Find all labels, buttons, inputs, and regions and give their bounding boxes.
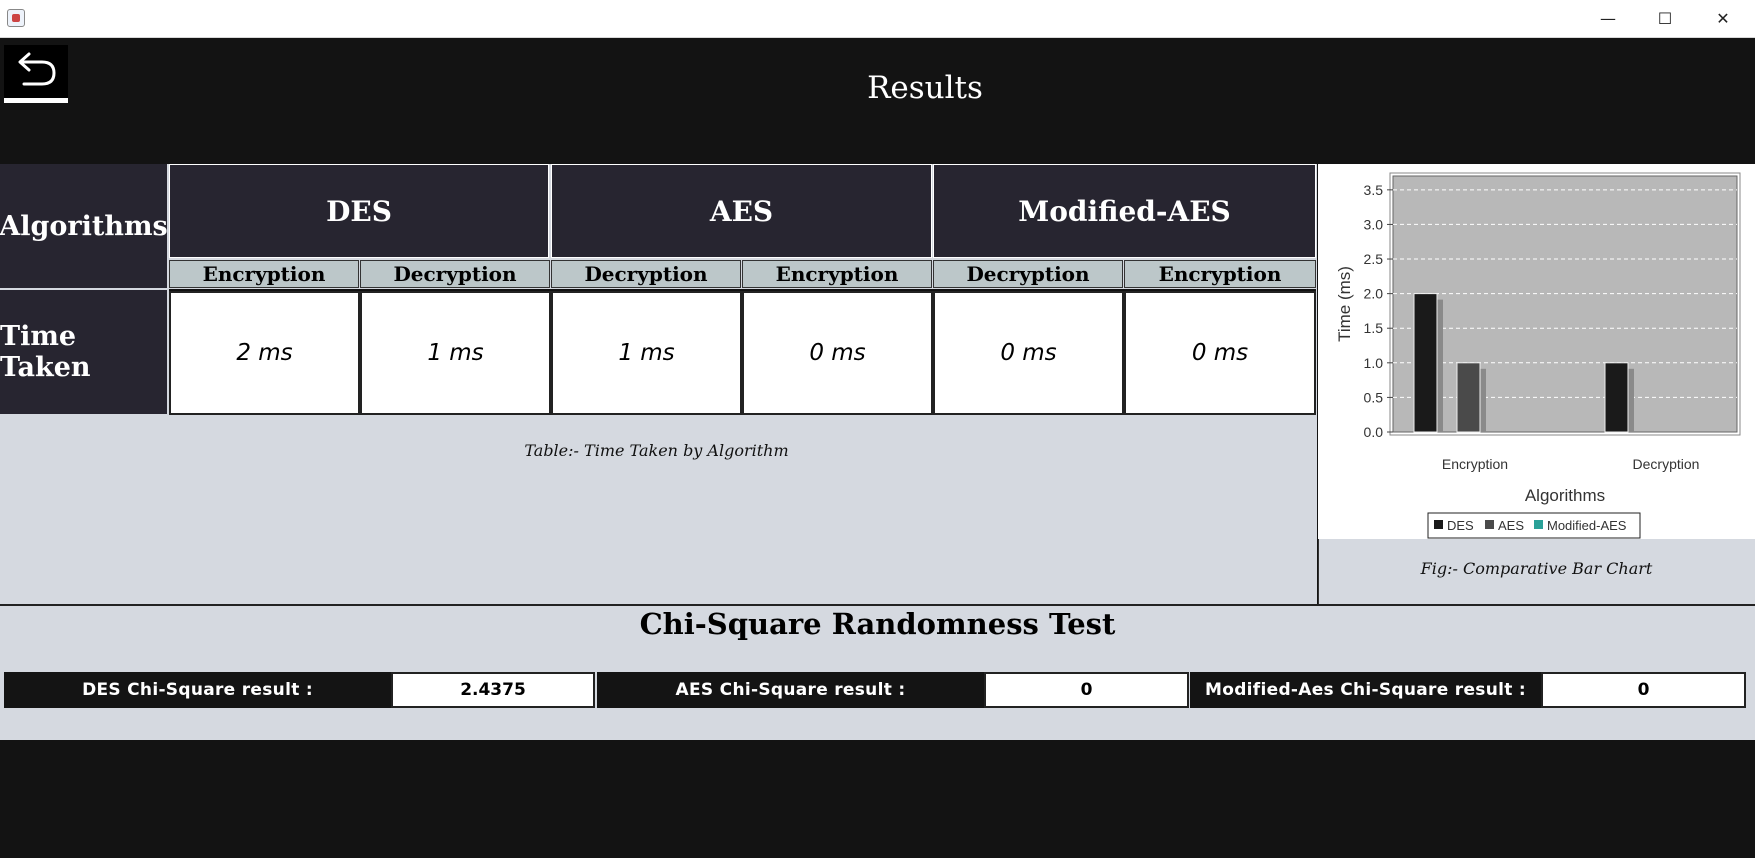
x-tick-label: Decryption xyxy=(1633,456,1700,472)
modified-aes-decryption-time: 0 ms xyxy=(933,291,1124,415)
bar xyxy=(1456,362,1481,433)
x-axis-label: Algorithms xyxy=(1525,486,1605,505)
y-tick-label: 3.0 xyxy=(1364,216,1384,232)
chart-container: 0.0 0.5 1.0 1.5 2.0 2.5 3.0 3.5 Encryption Decryp… xyxy=(1318,164,1755,539)
y-tick-label: 2.0 xyxy=(1364,286,1384,302)
y-tick-label: 1.5 xyxy=(1364,320,1384,336)
table-caption: Table:- Time Taken by Algorithm xyxy=(524,441,789,460)
legend-swatch xyxy=(1434,520,1443,529)
y-axis-label: Time (ms) xyxy=(1335,266,1354,342)
y-tick-label: 1.0 xyxy=(1364,355,1384,371)
time-taken-row-header: Time Taken xyxy=(0,290,167,414)
legend-swatch xyxy=(1485,520,1494,529)
window-titlebar: — ☐ ✕ xyxy=(0,0,1755,38)
des-header: DES xyxy=(169,164,549,258)
chi-square-title: Chi-Square Randomness Test xyxy=(639,607,1116,641)
java-app-icon xyxy=(7,9,25,27)
y-tick-label: 2.5 xyxy=(1364,251,1384,267)
modified-aes-chi-square-label: Modified-Aes Chi-Square result : xyxy=(1190,672,1541,708)
aes-encryption-time: 0 ms xyxy=(742,291,933,415)
y-tick-label: 0.0 xyxy=(1364,424,1384,440)
plot-area xyxy=(1392,175,1738,433)
modified-aes-chi-square-value: 0 xyxy=(1541,672,1746,708)
legend-label: DES xyxy=(1447,518,1474,533)
minimize-button[interactable]: — xyxy=(1579,0,1637,37)
maximize-button[interactable]: ☐ xyxy=(1636,0,1694,37)
footer-bar xyxy=(0,740,1755,858)
algorithms-row-header: Algorithms xyxy=(0,164,168,288)
aes-encryption-header: Encryption xyxy=(742,260,932,288)
legend-swatch xyxy=(1534,520,1543,529)
page-title: Results xyxy=(867,70,983,106)
close-button[interactable]: ✕ xyxy=(1694,0,1752,37)
legend-label: Modified-AES xyxy=(1547,518,1627,533)
bar xyxy=(1413,293,1438,433)
bar xyxy=(1604,362,1629,433)
aes-chi-square-value: 0 xyxy=(984,672,1189,708)
modified-aes-header: Modified-AES xyxy=(933,164,1316,258)
aes-decryption-header: Decryption xyxy=(551,260,741,288)
modified-aes-decryption-header: Decryption xyxy=(933,260,1123,288)
modified-aes-encryption-time: 0 ms xyxy=(1124,291,1316,415)
aes-decryption-time: 1 ms xyxy=(551,291,742,415)
aes-header: AES xyxy=(551,164,932,258)
des-chi-square-value: 2.4375 xyxy=(391,672,595,708)
aes-chi-square-label: AES Chi-Square result : xyxy=(597,672,984,708)
legend-label: AES xyxy=(1498,518,1524,533)
modified-aes-encryption-header: Encryption xyxy=(1124,260,1316,288)
bar-chart: 0.0 0.5 1.0 1.5 2.0 2.5 3.0 3.5 Encryption Decryp… xyxy=(1335,172,1741,539)
des-chi-square-label: DES Chi-Square result : xyxy=(4,672,391,708)
y-tick-label: 3.5 xyxy=(1364,182,1384,198)
des-encryption-header: Encryption xyxy=(169,260,359,288)
des-decryption-header: Decryption xyxy=(360,260,550,288)
des-decryption-time: 1 ms xyxy=(360,291,551,415)
des-encryption-time: 2 ms xyxy=(169,291,360,415)
chart-caption: Fig:- Comparative Bar Chart xyxy=(1420,559,1653,578)
x-tick-label: Encryption xyxy=(1442,456,1508,472)
y-tick-label: 0.5 xyxy=(1364,389,1384,405)
